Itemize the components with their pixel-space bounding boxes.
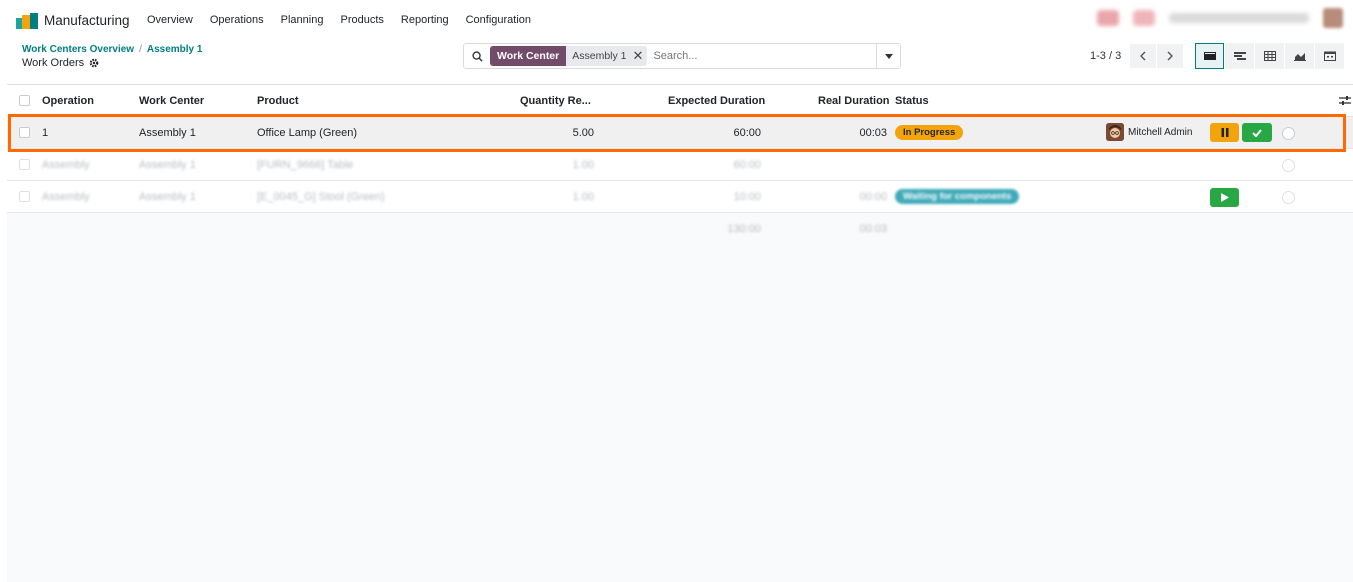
status-badge: In Progress	[895, 125, 964, 140]
optional-columns-icon[interactable]	[1339, 95, 1351, 106]
gear-icon[interactable]	[89, 58, 99, 68]
col-operation[interactable]: Operation	[42, 95, 94, 107]
cell-quantity: 1.00	[572, 159, 594, 171]
start-button[interactable]	[1210, 188, 1239, 207]
messages-icon[interactable]	[1133, 10, 1155, 26]
col-real-duration[interactable]: Real Duration	[818, 95, 890, 107]
search-options-toggle[interactable]	[876, 44, 900, 68]
pivot-view-icon	[1263, 51, 1276, 61]
cell-operation: Assembly	[42, 159, 90, 171]
systray	[1097, 8, 1343, 28]
search-input[interactable]	[651, 49, 876, 63]
facet-remove-icon[interactable]: ✕	[633, 46, 644, 66]
chevron-right-icon	[1167, 51, 1173, 61]
menu-products[interactable]: Products	[340, 14, 383, 26]
cell-quantity: 5.00	[572, 127, 594, 139]
cell-expected-duration: 60:00	[733, 159, 761, 171]
status-badge: Waiting for components	[895, 189, 1020, 204]
search-bar: Work Center Assembly 1 ✕	[463, 43, 901, 69]
cell-real-duration: 00:03	[859, 127, 887, 139]
search-facet-work-center: Work Center Assembly 1 ✕	[490, 46, 648, 66]
facet-value: Assembly 1 ✕	[566, 46, 648, 66]
pause-icon	[1221, 128, 1228, 137]
check-icon	[1252, 128, 1262, 137]
row-checkbox[interactable]	[19, 159, 30, 170]
cell-product: [E_0045_G] Stool (Green)	[257, 191, 385, 203]
avatar	[1106, 123, 1124, 141]
row-checkbox[interactable]	[19, 127, 30, 138]
total-real-duration: 00:03	[859, 223, 887, 235]
list-view-button[interactable]	[1195, 43, 1224, 69]
work-orders-list: Operation Work Center Product Quantity R…	[7, 84, 1353, 582]
menu-configuration[interactable]: Configuration	[466, 14, 531, 26]
company-switcher[interactable]	[1169, 13, 1309, 23]
select-all-checkbox[interactable]	[19, 95, 30, 106]
menu-overview[interactable]: Overview	[147, 14, 193, 26]
col-expected-duration[interactable]: Expected Duration	[668, 95, 765, 107]
list-totals: 130:00 00:03	[7, 213, 1353, 245]
col-product[interactable]: Product	[257, 95, 299, 107]
page-title: Work Orders	[22, 57, 99, 69]
cell-operation: Assembly	[42, 191, 90, 203]
list-header: Operation Work Center Product Quantity R…	[7, 85, 1353, 117]
col-status[interactable]: Status	[895, 95, 929, 107]
pager-value[interactable]: 1-3 / 3	[1090, 50, 1121, 62]
activity-icon[interactable]	[1097, 10, 1119, 26]
calendar-icon	[1323, 51, 1336, 61]
menu-reporting[interactable]: Reporting	[401, 14, 449, 26]
main-menu: Overview Operations Planning Products Re…	[147, 14, 548, 26]
cell-quantity: 1.00	[572, 191, 594, 203]
list-view-icon	[1203, 52, 1216, 60]
col-quantity[interactable]: Quantity Re...	[520, 95, 591, 107]
breadcrumb-current[interactable]: Assembly 1	[147, 44, 203, 55]
user-avatar[interactable]	[1323, 8, 1343, 28]
area-chart-icon	[1293, 53, 1306, 61]
view-switcher	[1195, 43, 1345, 69]
facet-value-text: Assembly 1	[572, 50, 627, 62]
breadcrumb: Work Centers Overview / Assembly 1	[22, 44, 202, 55]
app-name[interactable]: Manufacturing	[44, 13, 130, 28]
cell-work-center: Assembly 1	[139, 127, 196, 139]
cell-product: Office Lamp (Green)	[257, 127, 358, 139]
mark-done-button[interactable]	[1242, 123, 1272, 142]
row-radio[interactable]	[1282, 159, 1295, 172]
manufacturing-app-icon[interactable]	[16, 13, 38, 29]
cell-expected-duration: 60:00	[733, 127, 761, 139]
pause-button[interactable]	[1210, 123, 1239, 142]
cell-operation: 1	[42, 127, 49, 139]
cell-real-duration: 00:00	[859, 191, 887, 203]
pager-buttons	[1130, 44, 1183, 68]
search-icon[interactable]	[464, 44, 490, 68]
table-row[interactable]: 1 Assembly 1 Office Lamp (Green) 5.00 60…	[7, 117, 1353, 149]
page-title-text: Work Orders	[22, 57, 85, 69]
facet-label: Work Center	[490, 46, 567, 66]
pager-next-button[interactable]	[1157, 44, 1183, 68]
top-navbar: Manufacturing Overview Operations Planni…	[0, 0, 1353, 40]
graph-view-button[interactable]	[1285, 43, 1314, 69]
play-icon	[1220, 193, 1229, 202]
pivot-view-button[interactable]	[1255, 43, 1284, 69]
chevron-left-icon	[1140, 51, 1146, 61]
menu-operations[interactable]: Operations	[210, 14, 264, 26]
menu-planning[interactable]: Planning	[281, 14, 324, 26]
gantt-view-button[interactable]	[1225, 43, 1254, 69]
pager-previous-button[interactable]	[1130, 44, 1156, 68]
table-row[interactable]: Assembly Assembly 1 [E_0045_G] Stool (Gr…	[7, 181, 1353, 213]
cell-product: [FURN_9666] Table	[257, 159, 354, 171]
col-work-center[interactable]: Work Center	[139, 95, 204, 107]
calendar-view-button[interactable]	[1315, 43, 1344, 69]
row-radio[interactable]	[1282, 127, 1295, 140]
table-row[interactable]: Assembly Assembly 1 [FURN_9666] Table 1.…	[7, 149, 1353, 181]
caret-down-icon	[884, 53, 893, 59]
gantt-view-icon	[1233, 52, 1246, 60]
total-expected-duration: 130:00	[727, 223, 761, 235]
breadcrumb-separator: /	[139, 44, 142, 55]
row-radio[interactable]	[1282, 191, 1295, 204]
cell-expected-duration: 10:00	[733, 191, 761, 203]
cell-work-center: Assembly 1	[139, 159, 196, 171]
row-checkbox[interactable]	[19, 191, 30, 202]
cell-work-center: Assembly 1	[139, 191, 196, 203]
assigned-user: Mitchell Admin	[1128, 127, 1193, 138]
breadcrumb-parent[interactable]: Work Centers Overview	[22, 44, 134, 55]
